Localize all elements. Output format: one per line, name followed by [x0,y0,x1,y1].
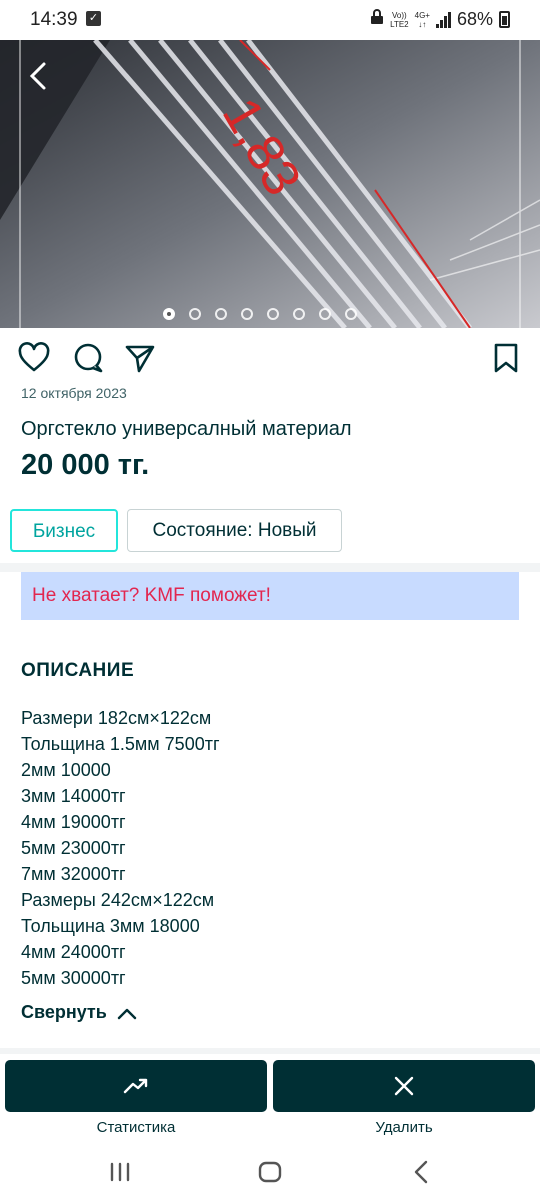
description-line: Размери 182см×122см [21,708,212,728]
close-icon [394,1076,414,1096]
delete-button[interactable] [273,1060,535,1112]
back-button[interactable] [24,60,56,92]
gallery-dot[interactable] [345,308,357,320]
listing-price: 20 000 тг. [21,449,150,481]
heart-icon[interactable] [18,342,50,374]
chevron-up-icon [117,1008,137,1019]
description-line: 5мм 23000тг [21,838,126,858]
volte-indicator: Vo)) LTE2 [390,10,409,29]
description-line: Размеры 242см×122см [21,890,215,910]
battery-percent: 68% [456,9,493,29]
lock-icon [370,9,384,30]
battery-icon [499,11,510,28]
listing-title: Оргстекло универсалный материал [21,418,352,440]
gallery-dot[interactable] [293,308,305,320]
section-divider [0,1048,540,1054]
chat-bubble-icon[interactable] [72,342,104,374]
condition-tag[interactable]: Состояние: Новый [127,509,342,552]
listing-date: 12 октября 2023 [21,385,127,401]
description-line: 4мм 19000тг [21,812,126,832]
action-row [0,328,540,380]
system-navigation-bar [0,1145,540,1200]
section-divider [0,563,540,572]
description-line: 4мм 24000тг [21,942,126,962]
trending-up-icon [123,1078,148,1094]
status-time: 14:39 [30,9,78,30]
signal-icon [435,11,451,28]
gallery-dot[interactable] [215,308,227,320]
description-line: 3мм 14000тг [21,786,126,806]
checkbox-notification-icon: ✓ [86,11,101,26]
description-line: 5мм 30000тг [21,968,126,988]
gallery-dot[interactable] [189,308,201,320]
collapse-label: Свернуть [21,1002,107,1022]
status-indicators: Vo)) LTE2 4G+ ↓↑ 68% [370,9,510,30]
gallery-dot[interactable] [319,308,331,320]
data-indicator: 4G+ ↓↑ [414,10,430,29]
share-icon[interactable] [124,342,156,374]
description-line: Тольщина 1.5мм 7500тг [21,734,220,754]
collapse-button[interactable]: Свернуть [21,1002,137,1023]
chevron-left-icon [29,62,46,90]
business-tag[interactable]: Бизнес [10,509,118,552]
gallery-dot[interactable] [267,308,279,320]
description-line: Тольщина 3мм 18000 [21,916,200,936]
delete-label: Удалить [375,1119,433,1136]
statistics-button[interactable] [5,1060,267,1112]
photo-gallery[interactable]: 1,83 [0,40,540,328]
gallery-dot[interactable] [241,308,253,320]
description-line: 7мм 32000тг [21,864,126,884]
recent-apps-icon[interactable] [106,1158,134,1186]
statistics-label: Статистика [96,1119,176,1136]
gallery-dot[interactable] [163,308,175,320]
back-nav-icon[interactable] [408,1158,436,1186]
kmf-promo-banner[interactable]: Не хватает? KMF поможет! [21,572,519,620]
status-bar: 14:39 ✓ Vo)) LTE2 4G+ ↓↑ 68% [0,0,540,40]
bookmark-icon[interactable] [492,342,524,374]
description-line: 2мм 10000 [21,760,111,780]
description-body: Размери 182см×122см Тольщина 1.5мм 7500т… [21,705,220,991]
home-icon[interactable] [256,1158,284,1186]
gallery-pagination [0,308,540,320]
description-heading: ОПИСАНИЕ [21,660,135,681]
